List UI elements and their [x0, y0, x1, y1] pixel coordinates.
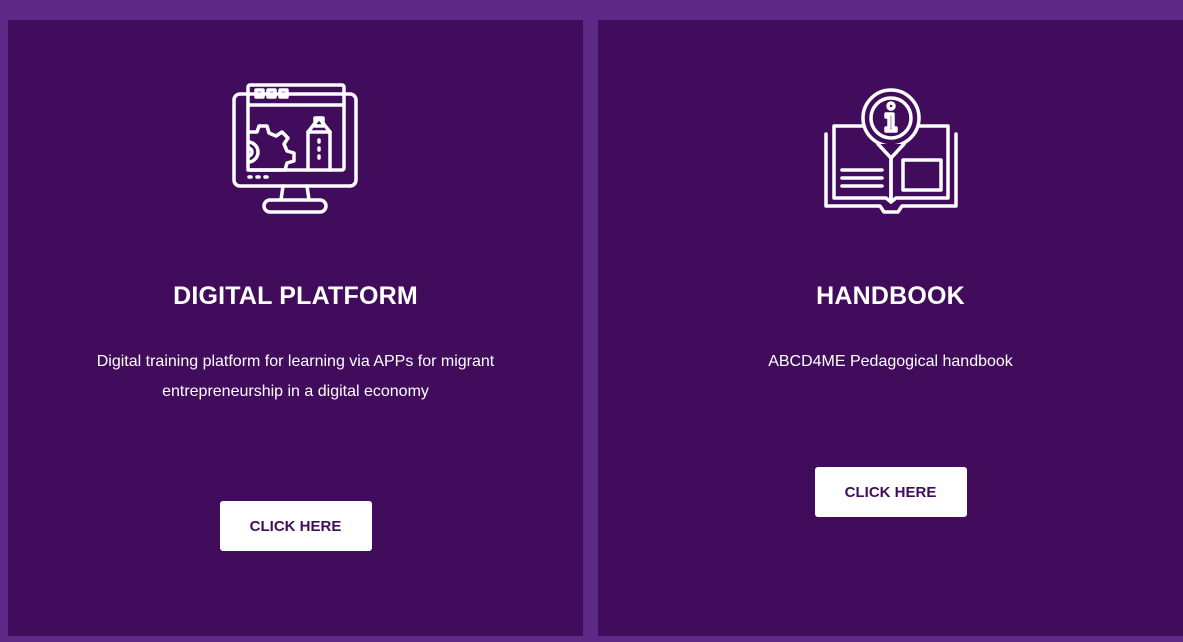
digital-platform-click-here-button[interactable]: CLICK HERE — [219, 501, 372, 551]
card-digital-platform: DIGITAL PLATFORM Digital training platfo… — [8, 20, 583, 636]
computer-monitor-icon — [231, 82, 361, 227]
page: DIGITAL PLATFORM Digital training platfo… — [0, 0, 1183, 642]
card-description: Digital training platform for learning v… — [96, 353, 495, 400]
handbook-click-here-button[interactable]: CLICK HERE — [814, 467, 967, 517]
card-description: ABCD4ME Pedagogical handbook — [768, 353, 1013, 370]
info-book-icon — [816, 82, 966, 237]
card-handbook: HANDBOOK ABCD4ME Pedagogical handbook CL… — [598, 20, 1183, 636]
card-title: DIGITAL PLATFORM — [173, 282, 418, 310]
card-title: HANDBOOK — [816, 282, 965, 310]
